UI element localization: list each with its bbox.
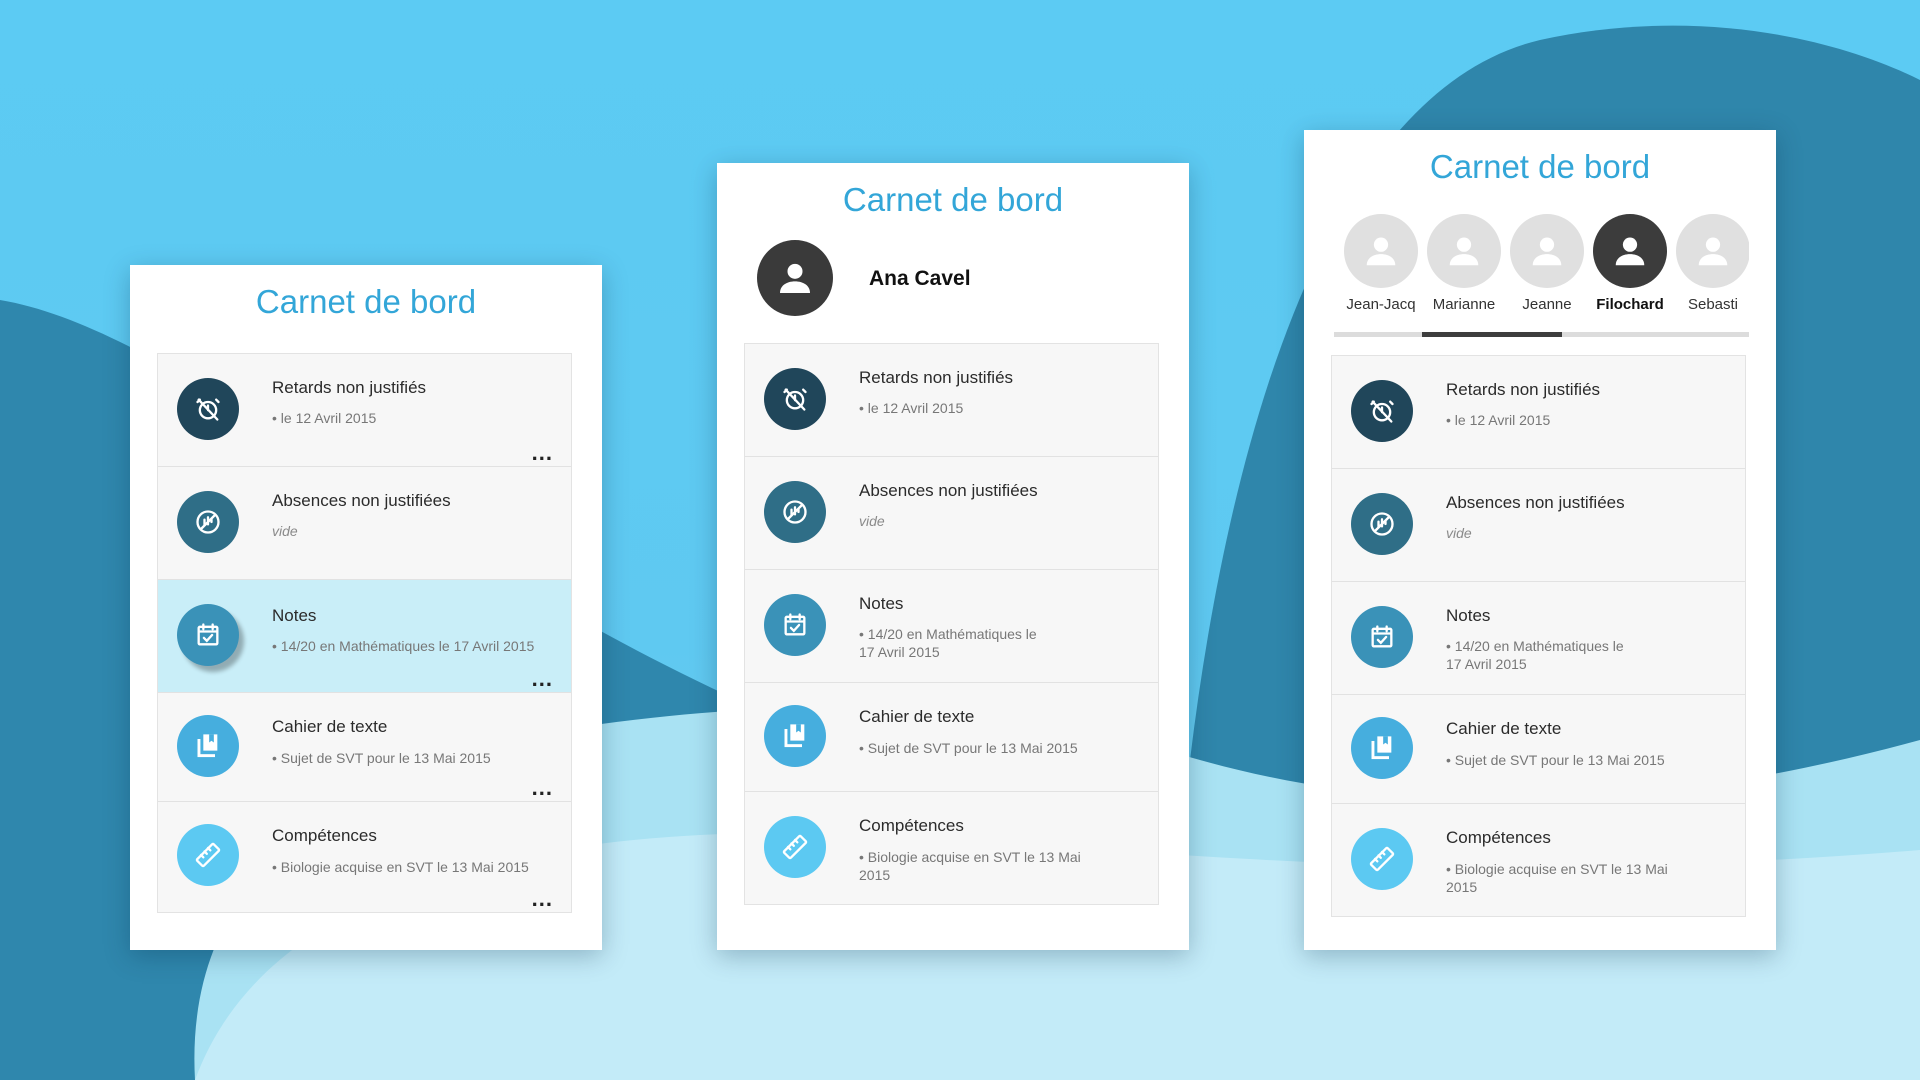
person-icon (1366, 237, 1396, 266)
book-stack-icon (764, 705, 826, 767)
list-item-notes[interactable]: Notes • 14/20 en Mathématiques le 17 Avr… (158, 580, 571, 693)
child-tab-marianne[interactable]: Marianne (1422, 214, 1506, 313)
list-item-absences[interactable]: Absences non justifiées vide (1332, 469, 1745, 582)
child-name: Marianne (1432, 296, 1496, 313)
child-name: Sebasti (1687, 296, 1739, 313)
list-item-title: Cahier de texte (272, 717, 388, 736)
screen-3-card: Carnet de bord Jean-Jacq Marianne Jeanne… (1304, 130, 1776, 950)
avatar[interactable] (757, 240, 833, 316)
avatar (1593, 214, 1667, 288)
book-stack-icon (1351, 717, 1413, 779)
list-item-competences[interactable]: Compétences • Biologie acquise en SVT le… (158, 802, 571, 912)
list-item-title: Absences non justifiées (272, 491, 451, 510)
list-item-subtitle: • Sujet de SVT pour le 13 Mai 2015 (859, 740, 1078, 756)
avatar (1427, 214, 1501, 288)
list-item-title: Retards non justifiés (1446, 380, 1601, 399)
alarm-off-icon (177, 378, 239, 440)
child-name: Jean-Jacq (1346, 296, 1416, 313)
list-item-subtitle: • Sujet de SVT pour le 13 Mai 2015 (272, 750, 491, 766)
list-item-title: Absences non justifiées (1446, 493, 1625, 512)
ruler-icon (1351, 828, 1413, 890)
list-item-absences[interactable]: Absences non justifiées vide (745, 457, 1158, 570)
list-item-subtitle: • 14/20 en Mathématiques le 17 Avril 201… (1446, 638, 1624, 672)
list-item-subtitle: • le 12 Avril 2015 (859, 400, 964, 416)
list-item-subtitle: vide (859, 513, 885, 529)
list-item-subtitle: • le 12 Avril 2015 (1446, 412, 1551, 428)
child-tab-filochard[interactable]: Filochard (1588, 214, 1672, 313)
list-item-subtitle: • Biologie acquise en SVT le 13 Mai 2015 (272, 859, 529, 875)
list-item-subtitle: • Sujet de SVT pour le 13 Mai 2015 (1446, 752, 1665, 768)
list-item-title: Compétences (1446, 828, 1551, 847)
list-item-title: Cahier de texte (859, 707, 975, 726)
list-item-subtitle: • Biologie acquise en SVT le 13 Mai 2015 (1446, 861, 1668, 895)
alarm-off-icon (1351, 380, 1413, 442)
person-icon (780, 263, 810, 293)
ruler-icon (764, 816, 826, 878)
more-dots-button[interactable]: ... (532, 777, 553, 799)
child-tab-jean-jacq[interactable]: Jean-Jacq (1339, 214, 1423, 313)
list-item-subtitle: • 14/20 en Mathématiques le 17 Avril 201… (859, 626, 1037, 660)
page-title: Carnet de bord (255, 283, 477, 320)
calendar-check-icon (764, 594, 826, 656)
screen-2-card: Carnet de bord Ana Cavel Retards non jus… (717, 163, 1189, 950)
hand-blocked-icon (177, 491, 239, 553)
list-item-retards[interactable]: Retards non justifiés • le 12 Avril 2015… (158, 354, 571, 467)
list-item-retards[interactable]: Retards non justifiés • le 12 Avril 2015 (1332, 356, 1745, 469)
dashboard-list: Retards non justifiés • le 12 Avril 2015… (1331, 355, 1746, 917)
hand-blocked-icon (1351, 493, 1413, 555)
tab-scroll-track (1334, 332, 1749, 337)
list-item-notes[interactable]: Notes • 14/20 en Mathématiques le 17 Avr… (745, 570, 1158, 683)
list-item-title: Notes (272, 606, 317, 625)
list-item-retards[interactable]: Retards non justifiés • le 12 Avril 2015 (745, 344, 1158, 457)
alarm-off-icon (764, 368, 826, 430)
child-name: Jeanne (1522, 296, 1572, 313)
person-icon (1532, 237, 1562, 266)
list-item-cahier[interactable]: Cahier de texte • Sujet de SVT pour le 1… (745, 683, 1158, 792)
person-icon (1698, 237, 1728, 266)
book-stack-icon (177, 715, 239, 777)
dashboard-list: Retards non justifiés • le 12 Avril 2015… (157, 353, 572, 913)
avatar (1510, 214, 1584, 288)
list-item-subtitle: vide (1446, 525, 1472, 541)
profile-name: Ana Cavel (869, 267, 971, 290)
list-item-notes[interactable]: Notes • 14/20 en Mathématiques le 17 Avr… (1332, 582, 1745, 695)
list-item-cahier[interactable]: Cahier de texte • Sujet de SVT pour le 1… (1332, 695, 1745, 804)
children-selector: Jean-Jacq Marianne Jeanne Filochard Seba… (1304, 130, 1776, 345)
hand-blocked-icon (764, 481, 826, 543)
ruler-icon (177, 824, 239, 886)
calendar-check-icon (177, 604, 239, 666)
list-item-competences[interactable]: Compétences • Biologie acquise en SVT le… (745, 792, 1158, 904)
list-item-title: Absences non justifiées (859, 481, 1038, 500)
child-tab-jeanne[interactable]: Jeanne (1505, 214, 1589, 313)
person-icon (1449, 237, 1479, 266)
list-item-title: Compétences (272, 826, 377, 845)
avatar (1676, 214, 1749, 288)
avatar (1344, 214, 1418, 288)
list-item-subtitle: • 14/20 en Mathématiques le 17 Avril 201… (272, 638, 535, 654)
list-item-subtitle: • le 12 Avril 2015 (272, 410, 377, 426)
more-dots-button[interactable]: ... (532, 888, 553, 910)
list-item-title: Retards non justifiés (859, 368, 1014, 387)
list-item-subtitle: • Biologie acquise en SVT le 13 Mai 2015 (859, 849, 1081, 883)
calendar-check-icon (1351, 606, 1413, 668)
list-item-title: Notes (1446, 606, 1491, 625)
more-dots-button[interactable]: ... (532, 442, 553, 464)
list-item-competences[interactable]: Compétences • Biologie acquise en SVT le… (1332, 804, 1745, 916)
page-title: Carnet de bord (842, 181, 1064, 218)
tab-indicator (1422, 332, 1562, 337)
screen-1-card: Carnet de bord Retards non justifiés • l… (130, 265, 602, 950)
child-tab-sebasti[interactable]: Sebasti (1671, 214, 1749, 313)
list-item-title: Compétences (859, 816, 964, 835)
child-name: Filochard (1596, 296, 1664, 313)
more-dots-button[interactable]: ... (532, 668, 553, 690)
list-item-absences[interactable]: Absences non justifiées vide (158, 467, 571, 580)
list-item-title: Retards non justifiés (272, 378, 427, 397)
list-item-cahier[interactable]: Cahier de texte • Sujet de SVT pour le 1… (158, 693, 571, 802)
list-item-subtitle: vide (272, 523, 298, 539)
list-item-title: Cahier de texte (1446, 719, 1562, 738)
person-icon (1615, 237, 1645, 266)
dashboard-list: Retards non justifiés • le 12 Avril 2015… (744, 343, 1159, 905)
list-item-title: Notes (859, 594, 904, 613)
